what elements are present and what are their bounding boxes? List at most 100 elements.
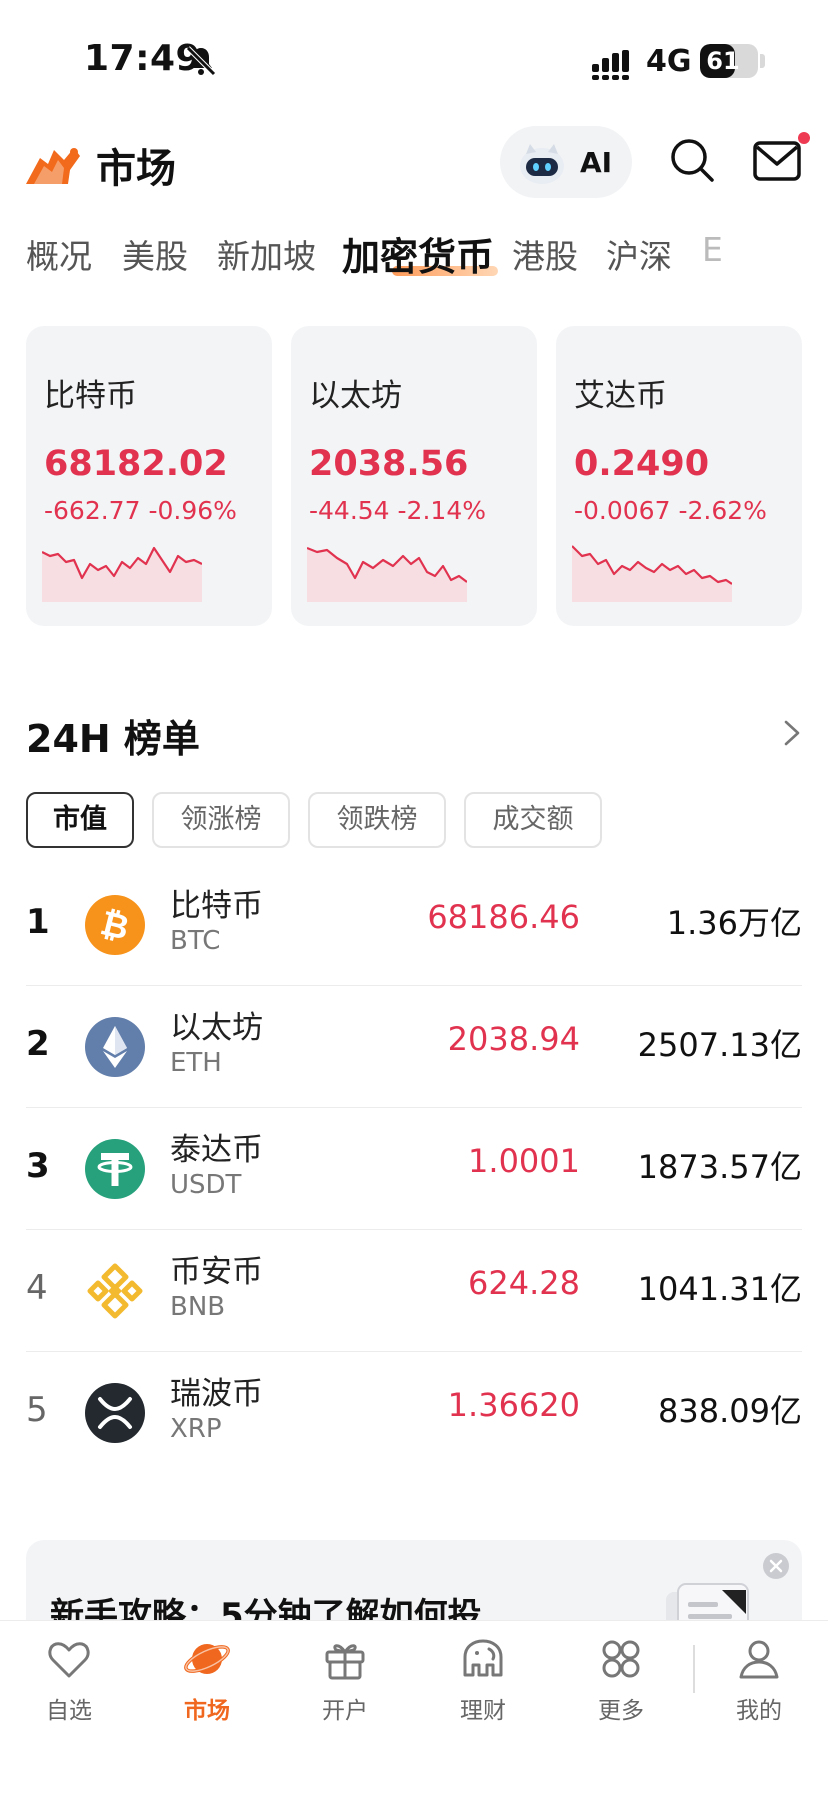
grid-icon — [602, 1640, 640, 1678]
header: 市场 AI — [0, 118, 828, 214]
status-bar: 17:49 4G 61 — [0, 0, 828, 110]
row-rank: 3 — [26, 1146, 50, 1186]
coin-code: BNB — [170, 1292, 226, 1322]
nav-market[interactable]: 市场 — [138, 1621, 276, 1741]
crypto-card-ada[interactable]: 艾达币 0.2490 -0.0067 -2.62% — [556, 326, 802, 626]
nav-wealth[interactable]: 理财 — [414, 1621, 552, 1741]
card-price: 68182.02 — [44, 444, 228, 484]
nav-profile[interactable]: 我的 — [690, 1621, 828, 1741]
tab-us-stocks[interactable]: 美股 — [122, 230, 188, 278]
table-row[interactable]: 2 以太坊 ETH 2038.94 2507.13亿 — [26, 986, 802, 1108]
robot-icon — [520, 144, 564, 184]
coin-price: 624.28 — [468, 1264, 580, 1302]
table-row[interactable]: 1 ₿ 比特币 BTC 68186.46 1.36万亿 — [26, 864, 802, 986]
nav-label: 自选 — [46, 1698, 92, 1724]
filter-volume[interactable]: 成交额 — [464, 792, 602, 848]
page-title: 市场 — [96, 146, 176, 192]
tether-icon — [85, 1139, 145, 1199]
nav-open-account[interactable]: 开户 — [276, 1621, 414, 1741]
card-change: -662.77 -0.96% — [44, 496, 237, 525]
coin-price: 68186.46 — [427, 898, 580, 936]
mail-icon[interactable] — [752, 138, 802, 184]
battery-indicator: 61 — [700, 44, 758, 78]
gift-icon — [325, 1644, 365, 1680]
heart-icon — [48, 1642, 90, 1678]
ranking-title: 24H 榜单 — [26, 717, 200, 761]
card-name: 艾达币 — [574, 378, 667, 414]
crypto-card-btc[interactable]: 比特币 68182.02 -662.77 -0.96% — [26, 326, 272, 626]
coin-price: 2038.94 — [447, 1020, 580, 1058]
coin-code: USDT — [170, 1170, 242, 1200]
table-row[interactable]: 5 瑞波币 XRP 1.36620 838.09亿 — [26, 1352, 802, 1474]
filter-market-cap[interactable]: 市值 — [26, 792, 134, 848]
elephant-icon — [463, 1639, 503, 1677]
nav-label: 理财 — [460, 1698, 506, 1724]
coin-market-cap: 2507.13亿 — [637, 1026, 802, 1064]
sparkline — [42, 546, 202, 602]
nav-label: 开户 — [322, 1698, 368, 1724]
coin-market-cap: 838.09亿 — [658, 1392, 802, 1430]
search-icon[interactable] — [668, 136, 716, 184]
nav-watchlist[interactable]: 自选 — [0, 1621, 138, 1741]
tab-more[interactable]: E — [702, 230, 723, 269]
row-rank: 5 — [26, 1390, 48, 1430]
nav-label: 市场 — [184, 1698, 230, 1724]
tab-crypto[interactable]: 加密货币 — [342, 226, 494, 281]
battery-label: 61 — [706, 47, 740, 75]
card-name: 比特币 — [44, 378, 137, 414]
coin-code: BTC — [170, 926, 221, 956]
coin-market-cap: 1873.57亿 — [637, 1148, 802, 1186]
coin-code: ETH — [170, 1048, 222, 1078]
crypto-card-eth[interactable]: 以太坊 2038.56 -44.54 -2.14% — [291, 326, 537, 626]
market-tabs: 概况 美股 新加坡 加密货币 港股 沪深 E — [0, 222, 828, 292]
sparkline — [572, 545, 732, 602]
coin-name: 泰达币 — [170, 1132, 263, 1168]
tab-overview[interactable]: 概况 — [26, 230, 92, 278]
coin-name: 瑞波币 — [170, 1376, 263, 1412]
tab-singapore[interactable]: 新加坡 — [217, 230, 316, 278]
ai-assistant-button[interactable]: AI — [500, 126, 632, 198]
planet-icon — [184, 1644, 230, 1674]
tab-hk-stocks[interactable]: 港股 — [512, 230, 578, 278]
row-rank: 4 — [26, 1268, 48, 1308]
network-label: 4G — [646, 44, 692, 79]
row-rank: 2 — [26, 1024, 50, 1064]
coin-price: 1.0001 — [468, 1142, 580, 1180]
card-change: -0.0067 -2.62% — [574, 496, 767, 525]
battery-cap — [760, 54, 765, 68]
coin-price: 1.36620 — [447, 1386, 580, 1424]
nav-label: 我的 — [736, 1698, 782, 1724]
coin-market-cap: 1041.31亿 — [637, 1270, 802, 1308]
card-change: -44.54 -2.14% — [309, 496, 486, 525]
signal-icon — [592, 50, 629, 80]
nav-more[interactable]: 更多 — [552, 1621, 690, 1741]
user-icon — [739, 1640, 779, 1679]
card-price: 2038.56 — [309, 444, 469, 484]
filter-top-losers[interactable]: 领跌榜 — [308, 792, 446, 848]
nav-label: 更多 — [598, 1698, 644, 1724]
ai-label: AI — [580, 146, 613, 179]
chevron-right-icon[interactable] — [780, 716, 804, 750]
bell-muted-icon — [186, 46, 216, 76]
coin-name: 以太坊 — [170, 1010, 263, 1046]
sparkline — [307, 546, 467, 602]
bitcoin-icon: ₿ — [85, 895, 145, 955]
table-row[interactable]: 4 币安币 BNB 624.28 1041.31亿 — [26, 1230, 802, 1352]
coin-name: 比特币 — [170, 888, 263, 924]
close-icon[interactable] — [762, 1552, 790, 1580]
coin-code: XRP — [170, 1414, 222, 1444]
ethereum-icon — [85, 1017, 145, 1077]
coin-market-cap: 1.36万亿 — [666, 904, 802, 942]
card-name: 以太坊 — [309, 378, 402, 414]
filter-top-gainers[interactable]: 领涨榜 — [152, 792, 290, 848]
coin-name: 币安币 — [170, 1254, 263, 1290]
card-price: 0.2490 — [574, 444, 710, 484]
row-rank: 1 — [26, 902, 50, 942]
xrp-icon — [85, 1383, 145, 1443]
notification-dot — [798, 132, 810, 144]
tab-a-shares[interactable]: 沪深 — [606, 230, 672, 278]
bnb-icon — [87, 1263, 143, 1319]
table-row[interactable]: 3 泰达币 USDT 1.0001 1873.57亿 — [26, 1108, 802, 1230]
bull-logo-icon — [26, 148, 80, 184]
bottom-nav: 自选 市场 开户 理财 更多 我的 — [0, 1620, 828, 1796]
